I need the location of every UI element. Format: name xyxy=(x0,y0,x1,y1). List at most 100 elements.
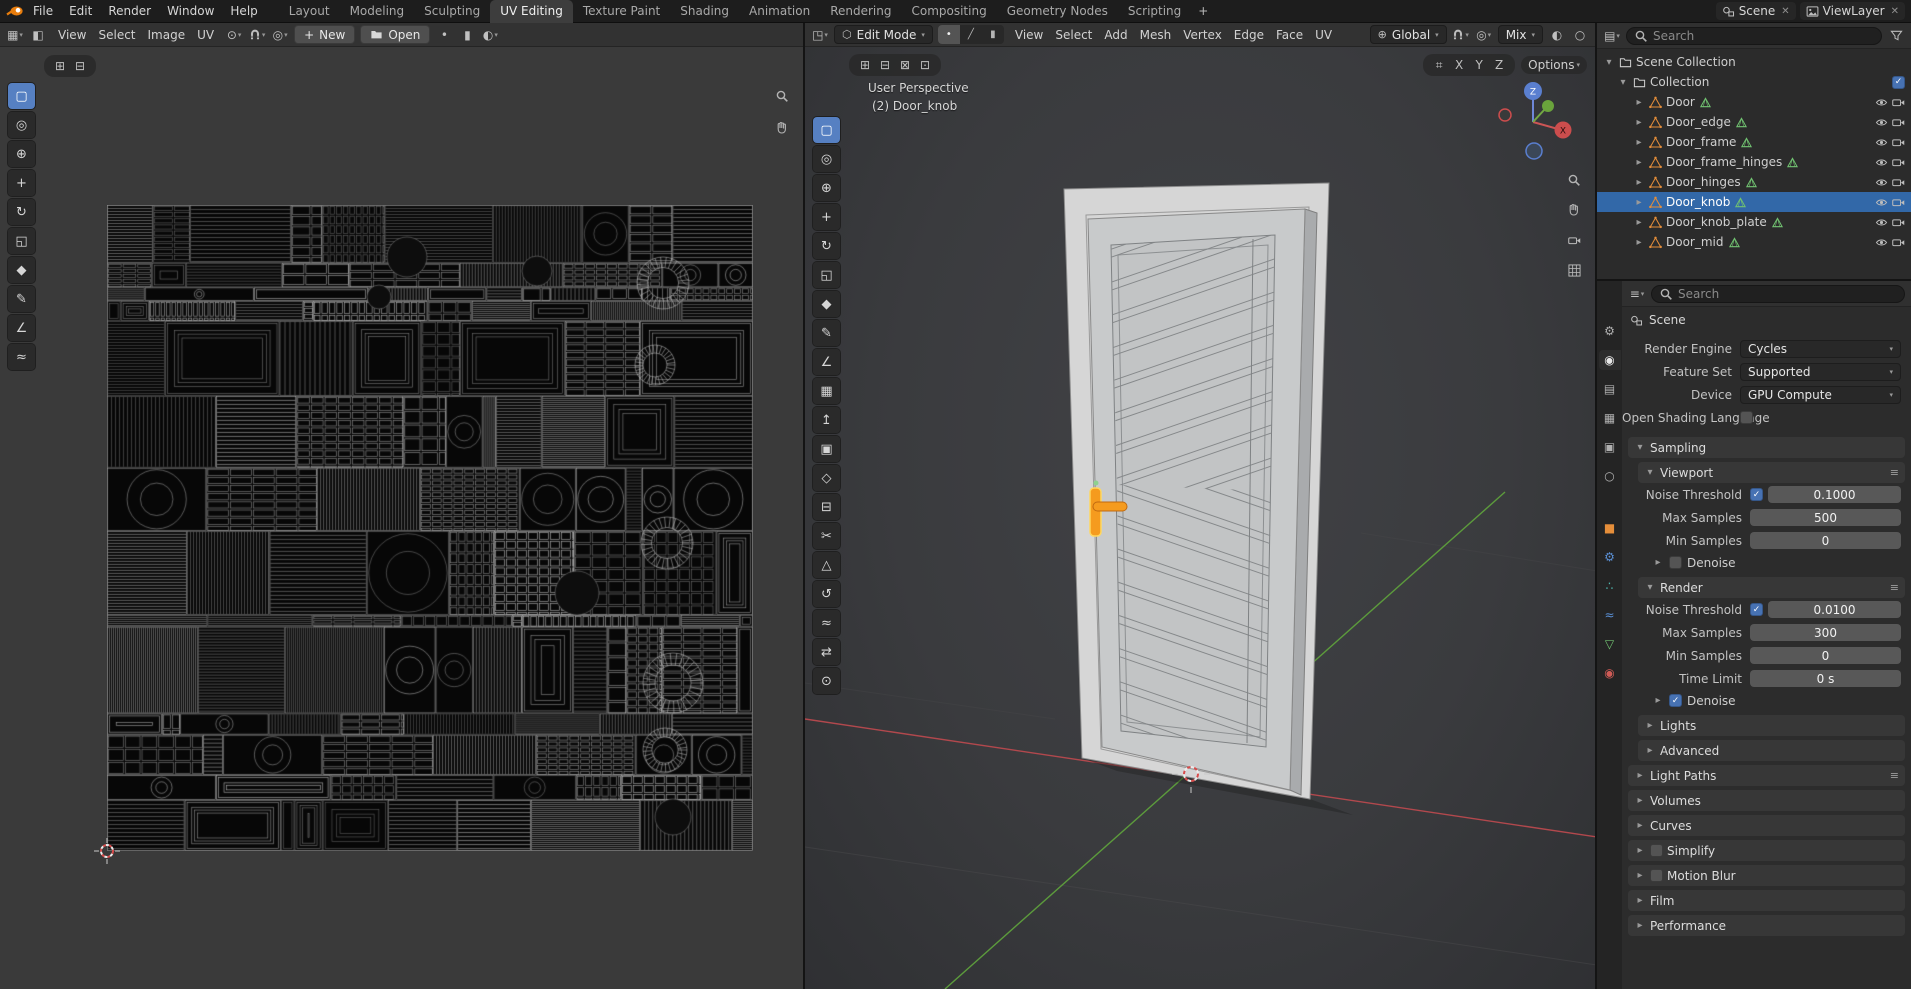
workspace-tab-sculpting[interactable]: Sculpting xyxy=(414,0,490,23)
tool-select-circle[interactable]: ◎ xyxy=(8,112,35,138)
hide-in-viewport-icon[interactable] xyxy=(1875,136,1888,149)
gizmo-toggle-icon[interactable]: ⊞ xyxy=(51,57,69,75)
tool-extrude[interactable]: ↥ xyxy=(813,407,840,433)
outliner-item-door-knob-plate[interactable]: ▸ Door_knob_plate xyxy=(1597,212,1911,232)
new-image-button[interactable]: + New xyxy=(294,25,356,44)
panel-motion-blur[interactable]: ▸ Motion Blur xyxy=(1628,865,1905,886)
workspace-tab-shading[interactable]: Shading xyxy=(670,0,739,23)
hide-in-viewport-icon[interactable] xyxy=(1875,236,1888,249)
disclosure-icon[interactable]: ▸ xyxy=(1633,237,1645,248)
pivot-point-icon[interactable]: ⊙ ▾ xyxy=(225,26,243,44)
workspace-tab-scripting[interactable]: Scripting xyxy=(1118,0,1191,23)
tool-cursor[interactable]: ⊕ xyxy=(8,141,35,167)
outliner-item-label[interactable]: Door xyxy=(1666,95,1695,109)
tool-spin[interactable]: ↺ xyxy=(813,581,840,607)
tool-transform[interactable]: ◆ xyxy=(813,291,840,317)
disclosure-icon[interactable]: ▸ xyxy=(1633,97,1645,108)
hide-in-viewport-icon[interactable] xyxy=(1875,116,1888,129)
properties-search[interactable] xyxy=(1651,284,1905,303)
properties-tab-data[interactable]: ▽ xyxy=(1599,634,1621,654)
proportional-edit-icon[interactable]: ◎ ▾ xyxy=(1475,26,1493,44)
outliner-item-door-knob[interactable]: ▸ Door_knob xyxy=(1597,192,1911,212)
face-select-icon[interactable]: ▮ xyxy=(982,25,1004,44)
uv-menu-view[interactable]: View xyxy=(52,25,92,45)
panel-advanced[interactable]: ▸ Advanced xyxy=(1638,740,1905,761)
viewport-menu-view[interactable]: View xyxy=(1009,25,1049,45)
panel-sampling[interactable]: ▾ Sampling xyxy=(1628,437,1905,458)
options-dropdown[interactable]: Options ▾ xyxy=(1521,56,1587,74)
snap-magnet-icon[interactable]: ▾ xyxy=(1452,26,1470,44)
viewport-noise-threshold-checkbox[interactable]: ✓ xyxy=(1750,488,1763,501)
editor-type-icon[interactable]: ▦ ▾ xyxy=(6,26,24,44)
hide-in-viewport-icon[interactable] xyxy=(1875,156,1888,169)
snap-magnet-icon[interactable]: ▾ xyxy=(248,26,266,44)
disclosure-icon[interactable]: ▸ xyxy=(1633,137,1645,148)
editor-type-icon[interactable]: ≡ ▾ xyxy=(1628,285,1646,303)
device-dropdown[interactable]: GPU Compute ▾ xyxy=(1740,385,1901,404)
zoom-icon[interactable] xyxy=(773,87,791,105)
panel-render-denoise[interactable]: ▸ ✓ Denoise xyxy=(1622,690,1911,711)
pan-hand-icon[interactable] xyxy=(773,119,791,137)
filter-icon[interactable] xyxy=(1887,27,1905,45)
hide-in-viewport-icon[interactable] xyxy=(1875,96,1888,109)
simplify-checkbox[interactable] xyxy=(1650,844,1663,857)
preset-menu-icon[interactable]: ≡ xyxy=(1890,466,1899,479)
feature-set-dropdown[interactable]: Supported ▾ xyxy=(1740,362,1901,381)
render-max-samples-field[interactable]: 300 xyxy=(1750,624,1901,641)
scene-selector[interactable]: Scene ✕ xyxy=(1715,2,1796,20)
workspace-tab-animation[interactable]: Animation xyxy=(739,0,820,23)
panel-film[interactable]: ▸ Film xyxy=(1628,890,1905,911)
properties-tab-object[interactable]: ■ xyxy=(1599,518,1621,538)
viewport-menu-uv[interactable]: UV xyxy=(1309,25,1338,45)
tool-add-cube[interactable]: ▦ xyxy=(813,378,840,404)
vertex-select-icon[interactable]: • xyxy=(937,25,960,44)
disable-in-render-icon[interactable] xyxy=(1892,96,1905,109)
tool-tweak[interactable]: ▢ xyxy=(813,117,840,143)
disable-in-render-icon[interactable] xyxy=(1892,136,1905,149)
zoom-icon[interactable] xyxy=(1565,171,1583,189)
outliner-item-door-hinges[interactable]: ▸ Door_hinges xyxy=(1597,172,1911,192)
disclosure-icon[interactable]: ▾ xyxy=(1617,77,1629,88)
render-time-limit-field[interactable]: 0 s xyxy=(1750,670,1901,687)
uv-vertex-select-icon[interactable]: • xyxy=(435,26,453,44)
camera-view-icon[interactable] xyxy=(1565,231,1583,249)
viewport-menu-add[interactable]: Add xyxy=(1098,25,1133,45)
workspace-tab-rendering[interactable]: Rendering xyxy=(820,0,901,23)
outliner-item-label[interactable]: Door_knob xyxy=(1666,195,1730,209)
blender-logo-icon[interactable] xyxy=(6,4,24,18)
mix-dropdown[interactable]: Mix ▾ xyxy=(1497,25,1543,44)
render-min-samples-field[interactable]: 0 xyxy=(1750,647,1901,664)
disable-in-render-icon[interactable] xyxy=(1892,216,1905,229)
workspace-tab-layout[interactable]: Layout xyxy=(279,0,340,23)
disclosure-icon[interactable]: ▸ xyxy=(1633,117,1645,128)
outliner-item-door-edge[interactable]: ▸ Door_edge xyxy=(1597,112,1911,132)
uv-editor-canvas-area[interactable]: ▢ ◎ ⊕ + ↻ ◱ ◆ ✎ ∠ ≈ ⊞ ⊟ xyxy=(0,47,803,989)
tool-smooth[interactable]: ≈ xyxy=(813,610,840,636)
tool-annotate[interactable]: ✎ xyxy=(813,320,840,346)
uv-face-select-icon[interactable]: ▮ xyxy=(458,26,476,44)
tool-move[interactable]: + xyxy=(8,170,35,196)
panel-simplify[interactable]: ▸ Simplify xyxy=(1628,840,1905,861)
gizmo-scale-icon[interactable]: ⊠ xyxy=(896,56,914,74)
properties-tab-tool[interactable]: ⚙ xyxy=(1599,321,1621,341)
tool-scale[interactable]: ◱ xyxy=(8,228,35,254)
properties-tab-render[interactable]: ◉ xyxy=(1598,350,1621,370)
open-image-button[interactable]: Open xyxy=(360,25,431,44)
outliner-item-label[interactable]: Scene Collection xyxy=(1636,55,1736,69)
menu-window[interactable]: Window xyxy=(159,2,222,20)
panel-sampling-viewport[interactable]: ▾ Viewport ≡ xyxy=(1638,462,1905,483)
tool-shrink-fatten[interactable]: ⊙ xyxy=(813,668,840,694)
motion-blur-checkbox[interactable] xyxy=(1650,869,1663,882)
menu-help[interactable]: Help xyxy=(222,2,265,20)
properties-tab-view-layer[interactable]: ▦ xyxy=(1599,408,1621,428)
tool-inset[interactable]: ▣ xyxy=(813,436,840,462)
uv-menu-uv[interactable]: UV xyxy=(191,25,220,45)
properties-tab-scene[interactable]: ▣ xyxy=(1599,437,1621,457)
tool-grab[interactable]: ≈ xyxy=(8,344,35,370)
disclosure-icon[interactable]: ▸ xyxy=(1633,217,1645,228)
outliner-row-collection[interactable]: ▾ Collection ✓ xyxy=(1597,72,1911,92)
tool-measure[interactable]: ∠ xyxy=(8,315,35,341)
hide-in-viewport-icon[interactable] xyxy=(1875,216,1888,229)
tool-move[interactable]: + xyxy=(813,204,840,230)
tool-cursor[interactable]: ⊕ xyxy=(813,175,840,201)
